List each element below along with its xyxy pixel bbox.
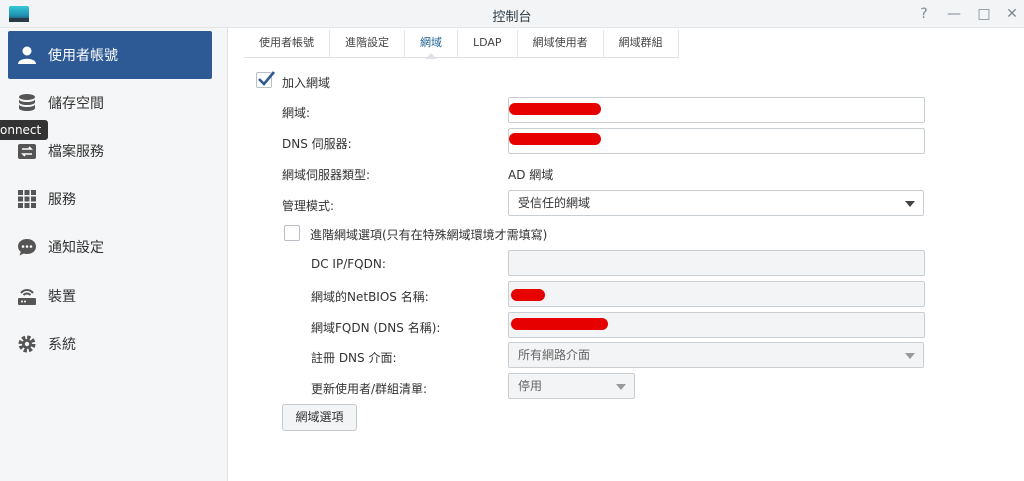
fqdn-input[interactable] — [508, 312, 925, 338]
join-domain-label: 加入網域 — [282, 76, 331, 90]
sidebar-item-label: 使用者帳號 — [48, 48, 118, 64]
server-type-value: AD 網域 — [508, 168, 554, 182]
domain-options-button[interactable]: 網域選項 — [282, 404, 357, 431]
tab-domain-groups[interactable]: 網域群組 — [604, 30, 679, 58]
advanced-options-checkbox[interactable] — [284, 225, 300, 241]
window-titlebar: 控制台 ? — □ ✕ — [0, 0, 1024, 28]
device-icon — [16, 285, 38, 307]
help-icon[interactable]: ? — [914, 4, 934, 24]
redaction-mark — [511, 318, 608, 330]
chevron-down-icon — [616, 384, 626, 390]
dc-ip-input[interactable] — [508, 250, 925, 276]
tab-domain[interactable]: 網域 — [405, 30, 458, 59]
gear-icon — [16, 333, 38, 355]
dns-server-label: DNS 伺服器: — [282, 137, 352, 151]
domain-input[interactable] — [508, 97, 925, 123]
sidebar-item-devices[interactable]: 裝置 — [8, 272, 212, 320]
sidebar-item-user-accounts[interactable]: 使用者帳號 — [8, 31, 212, 79]
file-services-icon — [16, 140, 38, 162]
sidebar-item-label: 裝置 — [48, 289, 76, 305]
dns-server-input[interactable] — [508, 128, 925, 154]
update-list-value: 停用 — [518, 379, 543, 393]
update-list-select[interactable]: 停用 — [508, 373, 635, 399]
update-list-label: 更新使用者/群組清單: — [311, 382, 428, 396]
minimize-icon[interactable]: — — [944, 4, 964, 24]
register-dns-label: 註冊 DNS 介面: — [311, 351, 397, 365]
tab-advanced[interactable]: 進階設定 — [330, 30, 405, 58]
close-icon[interactable]: ✕ — [1002, 4, 1022, 24]
sidebar-item-notifications[interactable]: 通知設定 — [8, 223, 212, 271]
checkmark-icon — [258, 71, 275, 86]
fqdn-label: 網域FQDN (DNS 名稱): — [311, 321, 441, 335]
maximize-icon[interactable]: □ — [974, 4, 994, 24]
user-icon — [16, 44, 38, 66]
register-dns-value: 所有網路介面 — [518, 348, 591, 362]
storage-icon — [16, 92, 38, 114]
redaction-mark — [509, 103, 601, 115]
tab-domain-users[interactable]: 網域使用者 — [518, 30, 604, 58]
sidebar-item-label: 儲存空間 — [48, 96, 104, 112]
domain-label: 網域: — [282, 106, 311, 120]
sidebar-item-label: 服務 — [48, 192, 76, 208]
window-title: 控制台 — [492, 10, 532, 25]
sidebar-item-label: 檔案服務 — [48, 144, 104, 160]
redaction-mark — [509, 133, 601, 145]
sidebar-item-label: 系統 — [48, 337, 76, 353]
sidebar: 使用者帳號 儲存空間 檔案服務 服務 通知設定 裝置 系統 — [0, 28, 228, 481]
join-domain-checkbox[interactable] — [256, 71, 275, 88]
sidebar-item-services[interactable]: 服務 — [8, 175, 212, 223]
sidebar-item-system[interactable]: 系統 — [8, 320, 212, 368]
services-grid-icon — [16, 188, 38, 210]
tab-user-accounts[interactable]: 使用者帳號 — [244, 30, 330, 58]
sidebar-tooltip: onnect — [0, 120, 49, 140]
tab-ldap[interactable]: LDAP — [458, 30, 518, 58]
server-type-label: 網域伺服器類型: — [282, 168, 371, 182]
sidebar-item-label: 通知設定 — [48, 240, 104, 256]
netbios-input[interactable] — [508, 281, 925, 307]
register-dns-select[interactable]: 所有網路介面 — [508, 342, 924, 368]
management-mode-label: 管理模式: — [282, 199, 335, 213]
notification-icon — [16, 236, 38, 258]
dc-ip-label: DC IP/FQDN: — [311, 257, 386, 271]
management-mode-value: 受信任的網域 — [518, 196, 591, 210]
tab-bar: 使用者帳號 進階設定 網域 LDAP 網域使用者 網域群組 — [244, 30, 679, 59]
chevron-down-icon — [905, 353, 915, 359]
netbios-label: 網域的NetBIOS 名稱: — [311, 290, 429, 304]
chevron-down-icon — [905, 201, 915, 207]
redaction-mark — [511, 289, 545, 301]
advanced-options-label: 進階網域選項(只有在特殊網域環境才需填寫) — [310, 228, 548, 242]
management-mode-select[interactable]: 受信任的網域 — [508, 190, 924, 216]
